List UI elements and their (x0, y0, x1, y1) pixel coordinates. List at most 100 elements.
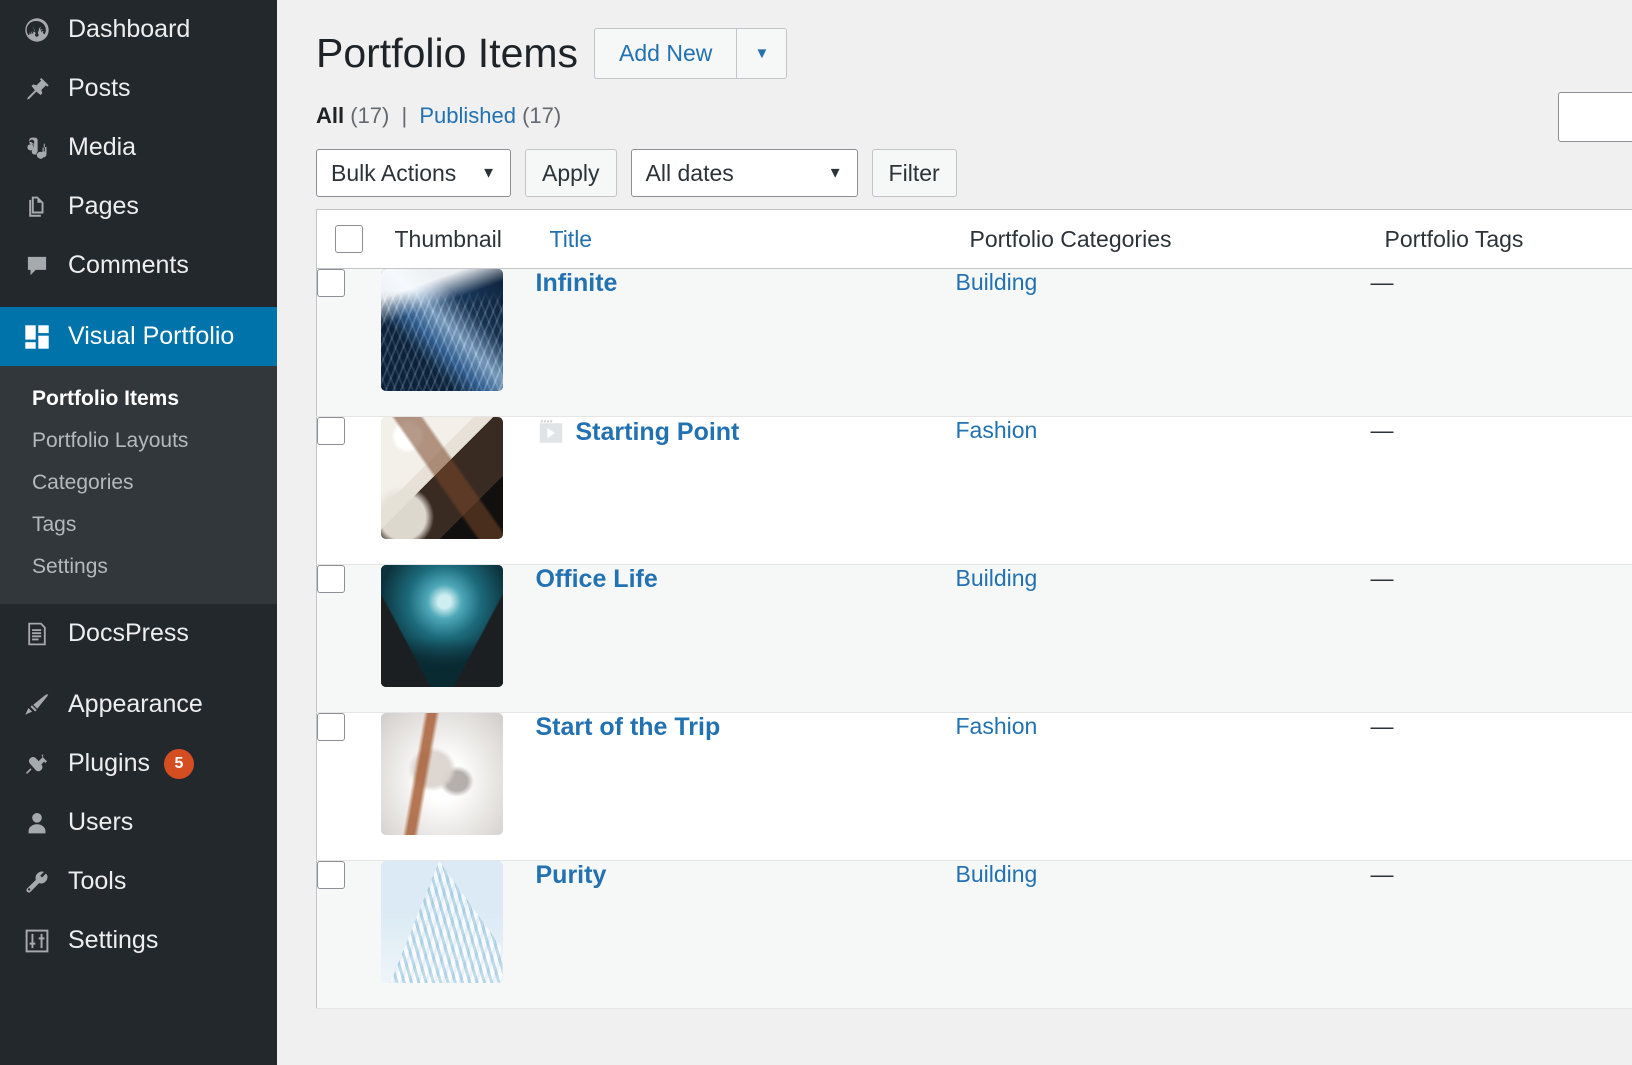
sidebar-item-label: Dashboard (68, 15, 191, 43)
submenu-item-portfolio-layouts[interactable]: Portfolio Layouts (0, 420, 277, 462)
wrench-icon (15, 869, 59, 895)
sidebar-item-pages[interactable]: Pages (0, 177, 277, 236)
table-row: Office Life Building — (316, 564, 1632, 713)
row-tags-value: — (1370, 861, 1394, 887)
chevron-down-icon: ▼ (754, 45, 770, 62)
submenu-item-settings[interactable]: Settings (0, 546, 277, 588)
row-tags-cell: — (1370, 416, 1632, 565)
sidebar-item-label: Tools (68, 867, 127, 895)
row-thumbnail-cell (380, 268, 536, 417)
sidebar-item-settings[interactable]: Settings (0, 911, 277, 970)
row-title-link[interactable]: Purity (536, 861, 607, 890)
row-title-link[interactable]: Start of the Trip (536, 713, 721, 742)
row-select-cell (316, 416, 381, 565)
select-all-header (316, 209, 381, 269)
pages-icon (15, 194, 59, 220)
row-category-link[interactable]: Fashion (956, 417, 1038, 443)
row-checkbox[interactable] (317, 861, 345, 889)
row-thumbnail-cell (380, 564, 536, 713)
column-header-tags: Portfolio Tags (1370, 209, 1632, 269)
table-head: Thumbnail Title Portfolio Categories Por… (316, 209, 1632, 269)
table-row: Starting Point Fashion — (316, 416, 1632, 565)
add-new-button[interactable]: Add New (594, 28, 737, 79)
table-header-row: Thumbnail Title Portfolio Categories Por… (316, 209, 1632, 269)
row-category-link[interactable]: Building (956, 861, 1038, 887)
row-title-link[interactable]: Office Life (536, 565, 658, 594)
filter-button[interactable]: Filter (871, 149, 957, 197)
apply-button[interactable]: Apply (525, 149, 617, 197)
sidebar-item-label: Pages (68, 192, 139, 220)
column-label-tags: Portfolio Tags (1384, 225, 1524, 252)
chevron-down-icon: ▼ (827, 164, 843, 182)
sidebar-menu-top: Dashboard Posts Media Pages Comments Visual P… (0, 0, 289, 970)
dashboard-icon (15, 17, 59, 43)
sidebar-item-plugins[interactable]: Plugins 5 (0, 734, 277, 793)
user-icon (15, 810, 59, 836)
search-input[interactable] (1558, 92, 1632, 142)
row-categories-cell: Fashion (955, 416, 1371, 565)
select-all-checkbox[interactable] (335, 225, 363, 254)
document-icon (15, 621, 59, 647)
sidebar-item-label: Appearance (68, 690, 203, 718)
sidebar-item-tools[interactable]: Tools (0, 852, 277, 911)
row-thumbnail-image (380, 713, 503, 835)
sidebar-item-media[interactable]: Media (0, 118, 277, 177)
portfolio-grid-icon (15, 324, 59, 350)
row-title-cell: Start of the Trip (535, 712, 956, 861)
row-tags-value: — (1370, 269, 1394, 295)
sidebar-item-comments[interactable]: Comments (0, 236, 277, 295)
row-title-link[interactable]: Starting Point (576, 418, 740, 447)
sidebar-item-docspress[interactable]: DocsPress (0, 604, 277, 663)
row-thumbnail-image (380, 861, 503, 983)
row-title-cell: Purity (535, 860, 956, 1009)
table-nav-top: Bulk Actions ▼ Apply All dates ▼ Filter (316, 149, 1632, 197)
chevron-down-icon: ▼ (481, 164, 496, 182)
row-checkbox[interactable] (317, 713, 345, 741)
sidebar-submenu: Portfolio Items Portfolio Layouts Categori… (0, 366, 277, 604)
table-row: Purity Building — (316, 860, 1632, 1009)
row-checkbox[interactable] (317, 417, 345, 445)
sidebar-item-label: Media (68, 133, 137, 161)
view-all-count: (17) (350, 103, 390, 128)
row-checkbox[interactable] (317, 565, 345, 593)
row-thumbnail-image (380, 417, 503, 539)
column-header-title[interactable]: Title (535, 209, 956, 269)
row-categories-cell: Building (955, 268, 1371, 417)
sidebar-item-appearance[interactable]: Appearance (0, 675, 277, 734)
add-new-dropdown-toggle[interactable]: ▼ (736, 28, 788, 79)
table-row: Infinite Building — (316, 268, 1632, 417)
admin-screen: Dashboard Posts Media Pages Comments Visual P… (0, 0, 1632, 1065)
sidebar-item-label: Visual Portfolio (68, 322, 235, 350)
row-thumbnail-image (380, 565, 503, 687)
page-title: Portfolio Items (316, 30, 579, 76)
sidebar-item-posts[interactable]: Posts (0, 59, 277, 118)
row-category-link[interactable]: Fashion (956, 713, 1038, 739)
view-published-link[interactable]: Published (419, 103, 516, 128)
media-icon (15, 135, 59, 161)
submenu-item-tags[interactable]: Tags (0, 504, 277, 546)
view-all-link[interactable]: All (316, 103, 344, 128)
row-category-link[interactable]: Building (956, 269, 1038, 295)
bulk-actions-select[interactable]: Bulk Actions ▼ (316, 149, 511, 197)
date-filter-select[interactable]: All dates ▼ (630, 149, 858, 197)
sidebar-item-visual-portfolio[interactable]: Visual Portfolio (0, 307, 289, 366)
row-checkbox[interactable] (317, 269, 345, 297)
date-filter-value: All dates (645, 159, 734, 186)
column-header-thumbnail: Thumbnail (380, 209, 536, 269)
row-thumbnail-image (380, 269, 503, 391)
submenu-item-portfolio-items[interactable]: Portfolio Items (0, 378, 277, 420)
row-categories-cell: Building (955, 860, 1371, 1009)
paintbrush-icon (15, 692, 59, 718)
sidebar-item-dashboard[interactable]: Dashboard (0, 0, 277, 59)
column-label-title[interactable]: Title (536, 226, 956, 253)
sidebar-separator (0, 663, 277, 675)
sidebar-item-label: Settings (68, 926, 159, 954)
row-title-link[interactable]: Infinite (536, 269, 618, 298)
sidebar-item-users[interactable]: Users (0, 793, 277, 852)
row-title-cell: Starting Point (535, 416, 956, 565)
row-category-link[interactable]: Building (956, 565, 1038, 591)
submenu-item-categories[interactable]: Categories (0, 462, 277, 504)
sidebar-item-label: Users (68, 808, 134, 836)
row-thumbnail-cell (380, 860, 536, 1009)
portfolio-items-table: Thumbnail Title Portfolio Categories Por… (316, 209, 1632, 1009)
